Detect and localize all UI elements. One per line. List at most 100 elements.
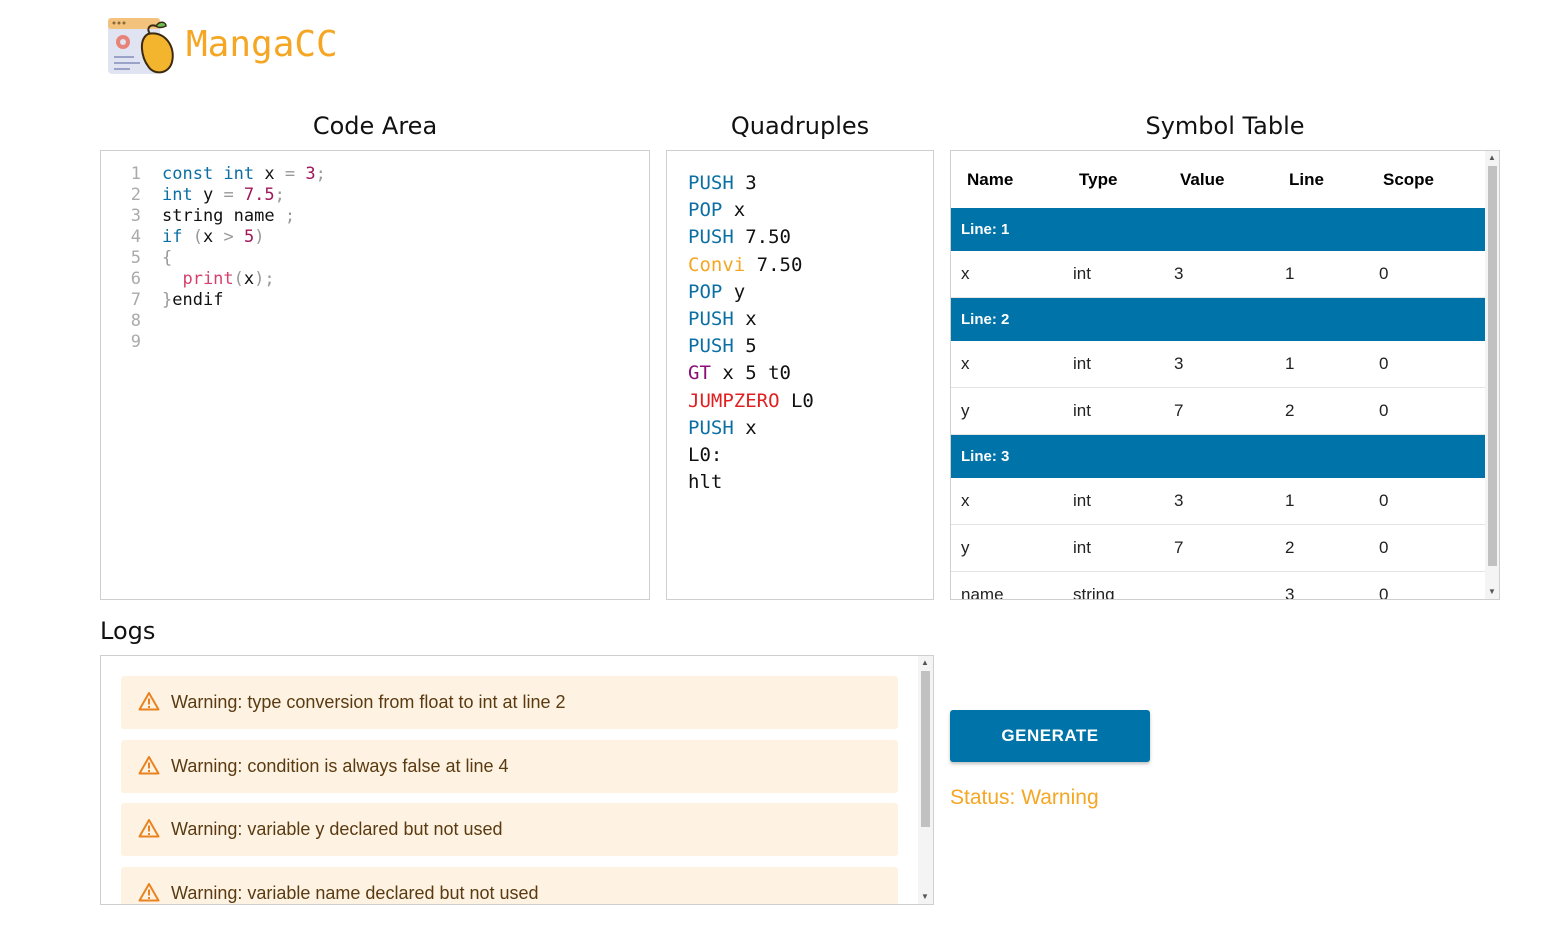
quadruple-op: L0: bbox=[688, 444, 723, 466]
line-number: 7 bbox=[130, 290, 141, 310]
code-token: = bbox=[223, 185, 244, 205]
column-header-type[interactable]: Type bbox=[1079, 151, 1117, 208]
quadruple-line: PUSH 3 bbox=[688, 170, 757, 197]
table-cell: 1 bbox=[1285, 354, 1295, 373]
column-header-line[interactable]: Line bbox=[1289, 151, 1324, 208]
table-cell: 2 bbox=[1285, 538, 1295, 557]
line-number: 3 bbox=[130, 206, 141, 226]
code-text: if (x > 5) bbox=[162, 227, 264, 248]
code-token: > bbox=[223, 227, 244, 247]
log-message: Warning: variable y declared but not use… bbox=[171, 819, 503, 839]
code-text: }endif bbox=[162, 290, 223, 311]
scroll-thumb[interactable] bbox=[1488, 166, 1497, 566]
code-token: string bbox=[162, 206, 234, 226]
code-line: 5{ bbox=[101, 248, 641, 269]
quadruple-args: 5 bbox=[745, 335, 757, 358]
table-cell: 0 bbox=[1379, 585, 1389, 600]
code-token: ; bbox=[315, 164, 326, 184]
line-number: 6 bbox=[130, 269, 141, 289]
column-header-scope[interactable]: Scope bbox=[1383, 151, 1434, 208]
code-editor[interactable]: 1 const int x = 3; 2 int y = 7.5; 3 string na… bbox=[100, 150, 650, 600]
symbol-table-title: Symbol Table bbox=[1145, 112, 1305, 140]
code-token: ( bbox=[233, 269, 244, 289]
code-line: 4 if (x > 5) bbox=[101, 227, 641, 248]
code-token: if bbox=[162, 227, 193, 247]
code-token: } bbox=[162, 290, 173, 310]
line-number: 4 bbox=[130, 227, 141, 247]
code-line: 1 const int x = 3; bbox=[101, 164, 641, 185]
app-title: MangaCC bbox=[186, 24, 338, 65]
table-cell: 1 bbox=[1285, 264, 1295, 283]
table-cell: x bbox=[961, 264, 970, 283]
table-cell: int bbox=[1073, 264, 1091, 283]
code-token: const bbox=[162, 164, 224, 184]
quadruple-op: GT bbox=[688, 362, 711, 385]
code-token: ) bbox=[254, 227, 265, 247]
column-header-value[interactable]: Value bbox=[1180, 151, 1224, 208]
table-row: y int 7 2 0 bbox=[951, 388, 1485, 435]
table-cell: 0 bbox=[1379, 354, 1389, 373]
quadruple-op: PUSH bbox=[688, 226, 734, 249]
logs-scrollbar[interactable]: ▲ ▼ bbox=[918, 656, 933, 904]
code-token: ) bbox=[254, 269, 265, 289]
code-token: 3 bbox=[305, 164, 316, 184]
scroll-down-arrow[interactable]: ▼ bbox=[1485, 587, 1499, 597]
symbol-table-scrollbar[interactable]: ▲ ▼ bbox=[1485, 151, 1499, 599]
quadruple-op: PUSH bbox=[688, 416, 734, 439]
table-row: y int 7 2 0 bbox=[951, 525, 1485, 572]
code-token: x bbox=[243, 269, 255, 289]
table-cell: 3 bbox=[1285, 585, 1295, 600]
table-cell: int bbox=[1073, 401, 1091, 420]
code-token: 7.5 bbox=[243, 185, 275, 205]
table-cell: int bbox=[1073, 491, 1091, 510]
table-cell: int bbox=[1073, 354, 1091, 373]
table-cell: 0 bbox=[1379, 401, 1389, 420]
warning-icon bbox=[138, 691, 160, 711]
table-cell: 3 bbox=[1174, 354, 1184, 373]
code-token: ; bbox=[264, 269, 275, 289]
line-number: 2 bbox=[130, 185, 141, 205]
code-token: y bbox=[202, 185, 224, 205]
quadruple-line: Convi 7.50 bbox=[688, 252, 802, 279]
quadruples-panel: PUSH 3 POP x PUSH 7.50 Convi 7.50 POP y PUSH … bbox=[666, 150, 934, 600]
code-token: ; bbox=[284, 206, 296, 226]
scroll-up-arrow[interactable]: ▲ bbox=[1485, 153, 1499, 163]
code-text: string name ; bbox=[162, 206, 295, 227]
quadruple-op: PUSH bbox=[688, 335, 734, 358]
quadruple-line: POP y bbox=[688, 279, 745, 306]
code-text: { bbox=[162, 248, 172, 269]
status-text: Status: Warning bbox=[950, 786, 1099, 809]
code-token: x bbox=[202, 227, 224, 247]
symbol-table-header: Name Type Value Line Scope bbox=[951, 151, 1485, 208]
symbol-table-panel: Name Type Value Line Scope Line: 1 x int 3 1 0 Line… bbox=[950, 150, 1500, 600]
log-message: Warning: type conversion from float to i… bbox=[171, 692, 566, 712]
code-token: int bbox=[223, 164, 265, 184]
code-token: { bbox=[162, 248, 173, 268]
quadruple-op: PUSH bbox=[688, 308, 734, 330]
code-line: 3 string name ; bbox=[101, 206, 641, 227]
table-cell: 3 bbox=[1174, 264, 1184, 283]
scroll-thumb[interactable] bbox=[921, 671, 930, 827]
symbol-group-header: Line: 1 bbox=[951, 208, 1485, 251]
line-number: 5 bbox=[130, 248, 141, 268]
code-token: x bbox=[264, 164, 285, 184]
quadruple-op: JUMPZERO bbox=[688, 389, 780, 412]
scroll-down-arrow[interactable]: ▼ bbox=[918, 892, 932, 902]
quadruples-title: Quadruples bbox=[730, 112, 870, 140]
warning-icon bbox=[138, 818, 160, 838]
scroll-up-arrow[interactable]: ▲ bbox=[918, 658, 932, 668]
quadruple-line: PUSH x bbox=[688, 415, 757, 442]
column-header-name[interactable]: Name bbox=[967, 151, 1013, 208]
quadruple-line: hlt bbox=[688, 469, 722, 496]
code-text: int y = 7.5; bbox=[162, 185, 285, 206]
table-cell: name bbox=[961, 585, 1004, 600]
table-cell: string bbox=[1073, 585, 1115, 600]
quadruple-args: 7.50 bbox=[756, 253, 803, 276]
quadruple-op: PUSH bbox=[688, 172, 734, 194]
generate-button[interactable]: GENERATE bbox=[950, 710, 1150, 762]
log-item: Warning: type conversion from float to i… bbox=[121, 676, 898, 729]
code-token: ( bbox=[192, 227, 203, 247]
quadruple-line: GT x 5 t0 bbox=[688, 360, 791, 387]
table-cell: 3 bbox=[1174, 491, 1184, 510]
symbol-group-header: Line: 3 bbox=[951, 435, 1485, 478]
